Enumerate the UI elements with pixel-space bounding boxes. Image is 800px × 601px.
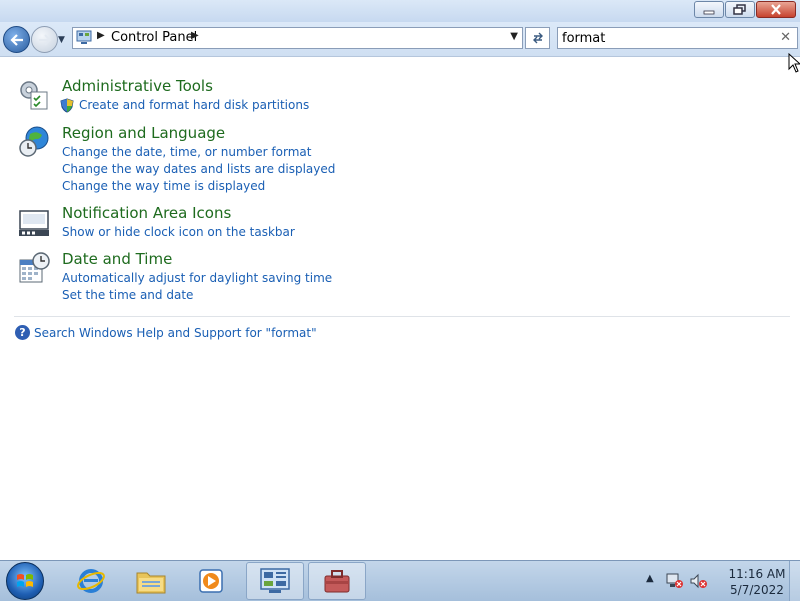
refresh-icon: [532, 32, 543, 44]
link-change-date-time-number-format[interactable]: Change the date, time, or number format: [62, 145, 311, 159]
administrative-tools-icon: [20, 81, 48, 110]
notification-area-icons-title[interactable]: Notification Area Icons: [62, 204, 231, 222]
back-button[interactable]: [3, 26, 30, 53]
clock-time: 11:16 AM: [728, 567, 786, 581]
link-change-dates-lists-display[interactable]: Change the way dates and lists are displ…: [62, 162, 335, 176]
restore-button[interactable]: [725, 1, 755, 18]
toolbox-icon: [324, 570, 350, 593]
navigation-bar: ▼ ▶ Control Panel ▶ ▼ ✕: [0, 22, 800, 57]
taskbar-windows-explorer[interactable]: [122, 562, 180, 600]
address-bar[interactable]: ▶ Control Panel ▶ ▼: [72, 27, 523, 49]
help-icon: ?: [15, 325, 30, 340]
close-icon: [771, 4, 781, 15]
recent-pages-dropdown[interactable]: ▼: [58, 35, 65, 45]
refresh-button[interactable]: [525, 27, 550, 49]
link-set-time-and-date[interactable]: Set the time and date: [62, 288, 193, 302]
control-panel-icon: [260, 568, 290, 593]
window-controls: [694, 1, 796, 18]
folder-icon: [136, 572, 166, 594]
system-tray: ▲ 11:16 AM 5/7/2022: [640, 561, 800, 601]
volume-muted-icon[interactable]: [690, 573, 708, 589]
internet-explorer-icon: [77, 569, 105, 593]
windows-help-search-link[interactable]: ? Search Windows Help and Support for "f…: [15, 325, 317, 340]
taskbar-app[interactable]: [308, 562, 366, 600]
close-button[interactable]: [756, 1, 796, 18]
taskbar-control-panel[interactable]: [246, 562, 304, 600]
breadcrumb-separator-icon[interactable]: ▶: [97, 30, 105, 41]
date-and-time-title[interactable]: Date and Time: [62, 250, 172, 268]
title-bar: [0, 0, 800, 22]
taskbar-media-player[interactable]: [182, 562, 240, 600]
link-create-format-partitions[interactable]: Create and format hard disk partitions: [79, 98, 309, 112]
calendar-clock-icon: [19, 252, 50, 283]
search-input[interactable]: [562, 30, 772, 46]
search-results: Administrative Tools Create and format h…: [0, 57, 800, 560]
shield-icon: [60, 98, 74, 113]
back-arrow-icon: [9, 33, 23, 46]
show-desktop-button[interactable]: [789, 561, 800, 601]
clear-search-icon[interactable]: ✕: [780, 30, 791, 45]
windows-logo-icon: [17, 574, 33, 587]
search-box[interactable]: ✕: [557, 27, 798, 49]
divider: [14, 316, 790, 317]
forward-arrow-icon: [38, 33, 51, 46]
network-disconnected-icon[interactable]: [666, 573, 684, 589]
clock-date: 5/7/2022: [730, 583, 784, 597]
link-show-hide-clock-icon[interactable]: Show or hide clock icon on the taskbar: [62, 225, 295, 239]
media-player-icon: [199, 569, 223, 593]
region-and-language-title[interactable]: Region and Language: [62, 124, 225, 142]
administrative-tools-title[interactable]: Administrative Tools: [62, 77, 213, 95]
notification-area-icon: [19, 210, 49, 236]
link-change-time-display[interactable]: Change the way time is displayed: [62, 179, 265, 193]
minimize-icon: [703, 10, 715, 14]
mouse-cursor-icon: [788, 53, 800, 73]
breadcrumb-control-panel[interactable]: Control Panel: [111, 30, 197, 45]
start-button[interactable]: [6, 562, 44, 600]
help-search-label[interactable]: Search Windows Help and Support for "for…: [34, 326, 317, 340]
taskbar-internet-explorer[interactable]: [62, 562, 120, 600]
taskbar: ▲ 11:16 AM 5/7/2022: [0, 560, 800, 601]
control-panel-icon: [76, 30, 92, 49]
minimize-button[interactable]: [694, 1, 724, 18]
breadcrumb-chevron-icon[interactable]: ▶: [191, 30, 199, 41]
address-dropdown-icon[interactable]: ▼: [510, 31, 518, 42]
forward-button[interactable]: [31, 26, 58, 53]
show-hidden-icons-icon[interactable]: ▲: [646, 573, 654, 584]
restore-icon: [733, 3, 746, 15]
clock[interactable]: 11:16 AM 5/7/2022: [720, 566, 794, 598]
globe-clock-icon: [19, 126, 49, 157]
link-daylight-saving-time[interactable]: Automatically adjust for daylight saving…: [62, 271, 332, 285]
